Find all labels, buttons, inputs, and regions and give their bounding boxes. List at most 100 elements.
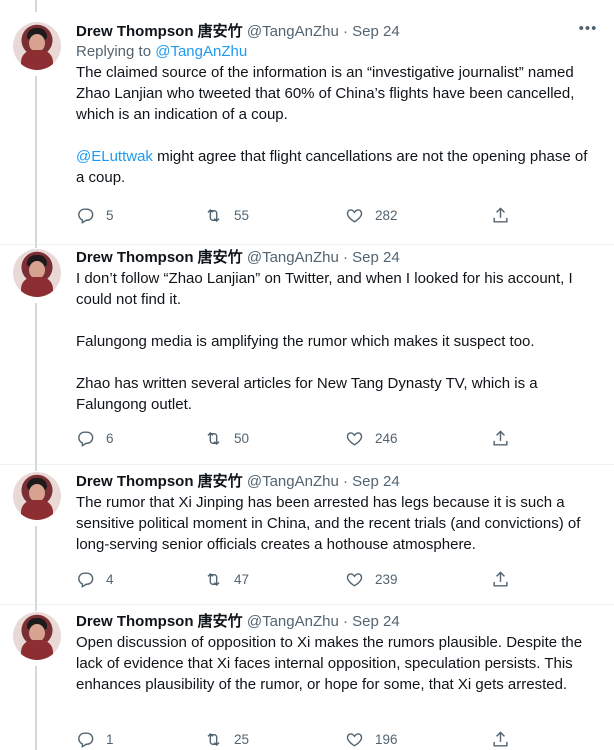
tweet-actions: 5 55 282	[76, 205, 516, 225]
thread-line	[35, 245, 37, 248]
share-button[interactable]	[491, 205, 521, 225]
retweet-button[interactable]: 55	[204, 205, 249, 225]
tweet-paragraph: Zhao has written several articles for Ne…	[76, 375, 538, 413]
like-count: 239	[375, 571, 398, 587]
author-name[interactable]: Drew Thompson 唐安竹	[76, 23, 243, 40]
like-count: 196	[375, 731, 398, 747]
retweet-icon	[207, 572, 220, 586]
tweet-actions: 1 25 196	[76, 729, 516, 749]
share-icon	[493, 570, 508, 587]
like-count: 246	[375, 430, 398, 446]
thread-line	[35, 666, 37, 750]
author-handle[interactable]: @TangAnZhu	[247, 23, 339, 40]
author-handle[interactable]: @TangAnZhu	[247, 473, 339, 490]
reply-button[interactable]: 5	[76, 205, 114, 225]
retweet-button[interactable]: 50	[204, 428, 249, 448]
tweet-text: I don’t follow “Zhao Lanjian” on Twitter…	[76, 268, 596, 415]
more-icon[interactable]: •••	[578, 21, 598, 42]
reply-button[interactable]: 4	[76, 569, 114, 589]
mention-text: might agree that flight cancellations ar…	[76, 148, 588, 186]
separator-dot: ·	[342, 249, 348, 266]
retweet-button[interactable]: 47	[204, 569, 249, 589]
tweet-paragraph: @ELuttwak might agree that flight cancel…	[76, 146, 596, 188]
tweet-text: Open discussion of opposition to Xi make…	[76, 632, 596, 695]
like-button[interactable]: 246	[345, 428, 398, 448]
reply-count: 1	[106, 731, 114, 747]
share-icon	[493, 730, 508, 747]
tweet-header: Drew Thompson 唐安竹 @TangAnZhu · Sep 24	[76, 248, 596, 268]
tweet[interactable]: Drew Thompson 唐安竹 @TangAnZhu · Sep 24 I …	[0, 245, 614, 465]
heart-icon	[346, 732, 363, 747]
reply-icon	[78, 571, 94, 588]
replying-prefix: Replying to	[76, 43, 156, 60]
tweet-paragraph: The rumor that Xi Jinping has been arres…	[76, 494, 581, 553]
mention-link[interactable]: @ELuttwak	[76, 148, 153, 165]
tweet-date[interactable]: Sep 24	[352, 23, 400, 40]
reply-icon	[78, 207, 94, 224]
retweet-count: 50	[234, 430, 250, 446]
like-button[interactable]: 282	[345, 205, 398, 225]
avatar[interactable]	[13, 612, 61, 660]
tweet-date[interactable]: Sep 24	[352, 473, 400, 490]
avatar[interactable]	[13, 22, 61, 70]
share-icon	[493, 429, 508, 446]
thread-line	[35, 0, 37, 12]
tweet-thread: Drew Thompson 唐安竹 @TangAnZhu · Sep 24 ••…	[0, 0, 614, 750]
author-name[interactable]: Drew Thompson 唐安竹	[76, 249, 243, 266]
tweet-paragraph: Falungong media is amplifying the rumor …	[76, 333, 535, 350]
separator-dot: ·	[342, 613, 348, 630]
retweet-button[interactable]: 25	[204, 729, 249, 749]
avatar[interactable]	[13, 472, 61, 520]
avatar[interactable]	[13, 249, 61, 297]
tweet-actions: 4 47 239	[76, 569, 516, 589]
reply-icon	[78, 430, 94, 447]
tweet-date[interactable]: Sep 24	[352, 613, 400, 630]
retweet-icon	[207, 208, 220, 222]
separator-dot: ·	[342, 23, 348, 40]
author-name[interactable]: Drew Thompson 唐安竹	[76, 473, 243, 490]
author-handle[interactable]: @TangAnZhu	[247, 249, 339, 266]
replying-to: Replying to @TangAnZhu	[76, 42, 596, 62]
share-button[interactable]	[491, 569, 521, 589]
tweet-date[interactable]: Sep 24	[352, 249, 400, 266]
reply-button[interactable]: 6	[76, 428, 114, 448]
author-name[interactable]: Drew Thompson 唐安竹	[76, 613, 243, 630]
tweet-paragraph: I don’t follow “Zhao Lanjian” on Twitter…	[76, 270, 573, 308]
share-button[interactable]	[491, 729, 521, 749]
tweet-actions: 6 50 246	[76, 428, 516, 448]
share-icon	[493, 206, 508, 223]
heart-icon	[346, 572, 363, 587]
retweet-count: 25	[234, 731, 250, 747]
tweet-paragraph: The claimed source of the information is…	[76, 64, 575, 123]
tweet-text: The claimed source of the information is…	[76, 62, 596, 188]
retweet-icon	[207, 431, 220, 445]
tweet[interactable]: Drew Thompson 唐安竹 @TangAnZhu · Sep 24 Th…	[0, 465, 614, 605]
share-button[interactable]	[491, 428, 521, 448]
tweet-header: Drew Thompson 唐安竹 @TangAnZhu · Sep 24	[76, 472, 596, 492]
reply-count: 6	[106, 430, 114, 446]
retweet-count: 47	[234, 571, 250, 587]
replying-to-link[interactable]: @TangAnZhu	[155, 43, 247, 60]
thread-line	[35, 76, 37, 245]
thread-line	[35, 303, 37, 465]
thread-line	[35, 465, 37, 471]
reply-icon	[78, 731, 94, 748]
retweet-count: 55	[234, 207, 250, 223]
retweet-icon	[207, 732, 220, 746]
reply-button[interactable]: 1	[76, 729, 114, 749]
reply-count: 4	[106, 571, 114, 587]
tweet-paragraph: Open discussion of opposition to Xi make…	[76, 634, 583, 693]
thread-line	[35, 526, 37, 605]
heart-icon	[346, 208, 363, 223]
heart-icon	[346, 431, 363, 446]
thread-line	[35, 605, 37, 611]
tweet[interactable]: Drew Thompson 唐安竹 @TangAnZhu · Sep 24 Op…	[0, 605, 614, 750]
tweet-text: The rumor that Xi Jinping has been arres…	[76, 492, 596, 555]
author-handle[interactable]: @TangAnZhu	[247, 613, 339, 630]
like-button[interactable]: 239	[345, 569, 398, 589]
reply-count: 5	[106, 207, 114, 223]
like-count: 282	[375, 207, 398, 223]
separator-dot: ·	[342, 473, 348, 490]
tweet[interactable]: Drew Thompson 唐安竹 @TangAnZhu · Sep 24 ••…	[0, 0, 614, 245]
like-button[interactable]: 196	[345, 729, 398, 749]
